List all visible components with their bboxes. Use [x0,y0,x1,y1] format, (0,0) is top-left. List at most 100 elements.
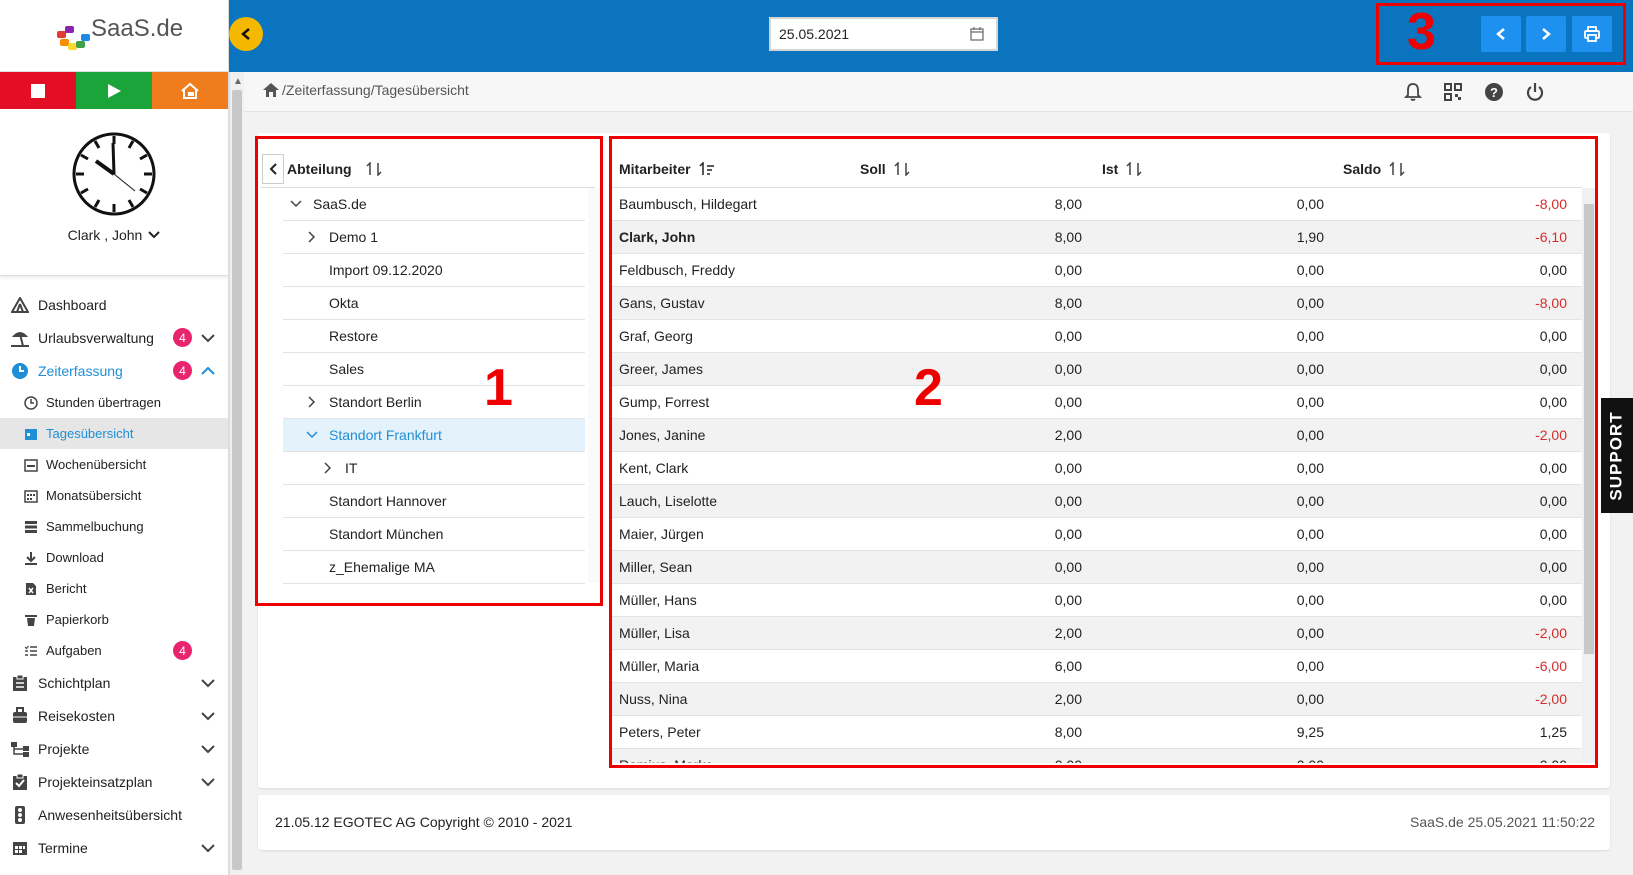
annotation-number-2: 2 [914,359,943,417]
checklist-icon [23,643,39,659]
calendar-icon[interactable] [970,27,984,41]
chevron-down-icon[interactable] [200,330,216,346]
annotation-number-3: 3 [1407,3,1436,61]
main-menu: Dashboard Urlaubsverwaltung 4 Zeiterfass… [0,276,228,864]
submenu-wochenuebersicht[interactable]: Wochenübersicht [0,449,228,480]
excel-file-icon [23,581,39,597]
footer: 21.05.12 EGOTEC AG Copyright © 2010 - 20… [258,795,1610,850]
chevron-down-icon [148,231,161,239]
sidebar-toggle-button[interactable] [229,17,263,51]
submenu-label: Stunden übertragen [46,395,161,410]
menu-label: Termine [38,839,88,856]
annotation-box-2 [609,136,1598,768]
stop-button[interactable] [0,72,76,109]
breadcrumb-path[interactable]: /Zeiterfassung/Tagesübersicht [282,82,469,98]
submenu-bericht[interactable]: Bericht [0,573,228,604]
menu-item-anwesenheitsuebersicht[interactable]: Anwesenheitsübersicht [0,798,228,831]
logo[interactable]: SaaS.de [0,0,228,72]
power-icon[interactable] [1523,80,1547,104]
menu-label: Projekteinsatzplan [38,773,153,790]
submenu-download[interactable]: Download [0,542,228,573]
menu-item-termine[interactable]: Termine [0,831,228,864]
menu-label: Dashboard [38,296,107,313]
support-label: SUPPORT [1607,410,1626,501]
submenu-papierkorb[interactable]: Papierkorb [0,604,228,635]
svg-text:?: ? [1490,85,1498,100]
trash-icon [23,612,39,628]
submenu-label: Bericht [46,581,87,596]
dashboard-icon [10,295,30,315]
submenu-label: Aufgaben [46,643,102,658]
menu-item-projekte[interactable]: Projekte [0,732,228,765]
submenu-label: Papierkorb [46,612,109,627]
submenu-stunden-uebertragen[interactable]: Stunden übertragen [0,387,228,418]
submenu-label: Monatsübersicht [46,488,142,503]
submenu-tagesuebersicht[interactable]: Tagesübersicht [0,418,228,449]
scrollbar-thumb[interactable] [232,90,242,870]
menu-label: Schichtplan [38,674,111,691]
chevron-left-icon [241,28,250,40]
menu-item-schichtplan[interactable]: Schichtplan [0,666,228,699]
suitcase-icon [10,706,30,726]
urlaub-badge: 4 [173,328,192,347]
chevron-down-icon[interactable] [200,708,216,724]
menu-item-reisekosten[interactable]: Reisekosten [0,699,228,732]
submenu-label: Download [46,550,104,565]
home-icon[interactable] [262,82,280,98]
submenu-label: Tagesübersicht [46,426,134,441]
clock-panel: Clark , John [0,109,228,276]
menu-item-dashboard[interactable]: Dashboard [0,288,228,321]
submenu-sammelbuchung[interactable]: Sammelbuchung [0,511,228,542]
menu-item-urlaubsverwaltung[interactable]: Urlaubsverwaltung 4 [0,321,228,354]
stack-icon [23,519,39,535]
chevron-down-icon[interactable] [200,675,216,691]
clock-small-icon [10,361,30,381]
date-value: 25.05.2021 [779,26,850,42]
clock-icon [72,132,156,216]
quick-actions [0,72,228,109]
annotation-number-1: 1 [484,359,513,417]
menu-label: Urlaubsverwaltung [38,329,154,346]
breadcrumb-bar: /Zeiterfassung/Tagesübersicht ? [244,72,1633,112]
top-bar: 25.05.2021 3 [229,0,1633,72]
qr-code-icon[interactable] [1441,80,1465,104]
home-office-icon [181,82,199,99]
logo-mark-icon [55,21,91,51]
user-menu[interactable]: Clark , John [0,227,228,243]
menu-item-zeiterfassung[interactable]: Zeiterfassung 4 [0,354,228,387]
user-name: Clark , John [67,227,143,243]
chevron-down-icon[interactable] [200,840,216,856]
support-tab[interactable]: SUPPORT [1601,398,1633,513]
bell-icon[interactable] [1401,80,1425,104]
beach-umbrella-icon [10,328,30,348]
sidebar-scrollbar[interactable]: ▲ [229,72,244,875]
submenu-aufgaben[interactable]: Aufgaben 4 [0,635,228,666]
submenu-label: Wochenübersicht [46,457,147,472]
homeoffice-button[interactable] [152,72,228,109]
start-button[interactable] [76,72,152,109]
zeit-badge: 4 [173,361,192,380]
menu-item-projekteinsatzplan[interactable]: Projekteinsatzplan [0,765,228,798]
logo-text: SaaS.de [91,14,184,42]
footer-copyright: 21.05.12 EGOTEC AG Copyright © 2010 - 20… [275,814,573,830]
calendar-week-icon [23,457,39,473]
menu-label: Zeiterfassung [38,362,123,379]
menu-label: Anwesenheitsübersicht [38,806,182,823]
chevron-down-icon[interactable] [200,741,216,757]
aufgaben-badge: 4 [173,641,192,660]
calendar-icon [10,838,30,858]
sitemap-icon [10,739,30,759]
play-icon [108,83,121,98]
submenu-monatsuebersicht[interactable]: Monatsübersicht [0,480,228,511]
menu-label: Reisekosten [38,707,116,724]
scroll-up-arrow-icon[interactable]: ▲ [233,76,243,87]
chevron-up-icon[interactable] [200,363,216,379]
breadcrumb: /Zeiterfassung/Tagesübersicht [262,82,469,98]
chevron-down-icon[interactable] [200,774,216,790]
submenu-label: Sammelbuchung [46,519,144,534]
help-icon[interactable]: ? [1482,80,1506,104]
history-icon [23,395,39,411]
stop-icon [31,83,45,98]
traffic-light-icon [10,805,30,825]
date-input[interactable]: 25.05.2021 [769,17,998,51]
